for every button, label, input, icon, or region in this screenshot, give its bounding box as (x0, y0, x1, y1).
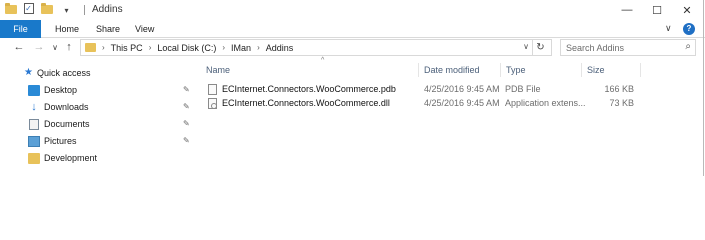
dll-file-icon (208, 98, 217, 109)
pin-icon[interactable]: ✎ (183, 102, 190, 111)
sidebar-item-label: Desktop (44, 85, 78, 95)
file-list: ^ Name Date modified Type Size ECInterne… (200, 57, 703, 176)
star-icon: ★ (24, 67, 33, 78)
folder-icon (85, 43, 96, 52)
new-folder-icon[interactable] (40, 3, 53, 16)
quick-access-item[interactable]: ★ Quick access (0, 66, 195, 82)
back-button[interactable]: ← (12, 40, 26, 55)
file-date: 4/25/2016 9:45 AM (424, 98, 500, 108)
column-header-size[interactable]: Size (587, 65, 605, 75)
pictures-icon (28, 136, 40, 147)
forward-button[interactable]: → (32, 40, 46, 55)
title-separator (84, 5, 85, 15)
chevron-right-icon[interactable]: › (257, 43, 260, 52)
table-row[interactable]: ECInternet.Connectors.WooCommerce.pdb 4/… (200, 83, 703, 97)
breadcrumb-this-pc[interactable]: This PC (111, 43, 143, 53)
title-bar: ✓ ▾ Addins — ☐ ✕ (0, 0, 705, 20)
quick-access-label: Quick access (37, 68, 91, 78)
file-size: 166 KB (604, 84, 634, 94)
sidebar-item-label: Documents (44, 119, 90, 129)
navigation-bar: ← → ∨ ↑ › This PC › Local Disk (C:) › IM… (0, 38, 705, 57)
maximize-button[interactable]: ☐ (642, 0, 672, 20)
table-row[interactable]: ECInternet.Connectors.WooCommerce.dll 4/… (200, 97, 703, 111)
chevron-right-icon[interactable]: › (222, 43, 225, 52)
search-input[interactable]: Search Addins (566, 43, 624, 53)
file-type: PDB File (505, 84, 541, 94)
search-icon[interactable]: ⌕ (685, 41, 691, 52)
file-name: ECInternet.Connectors.WooCommerce.pdb (222, 84, 396, 94)
pin-icon[interactable]: ✎ (183, 119, 190, 128)
navigation-pane: ★ Quick access Desktop ✎ ↓ Downloads ✎ D… (0, 62, 200, 176)
recent-locations-button[interactable]: ∨ (48, 40, 62, 55)
documents-icon (29, 119, 39, 130)
tab-home[interactable]: Home (55, 20, 79, 38)
column-header-date[interactable]: Date modified (424, 65, 480, 75)
window-border (703, 0, 704, 176)
explorer-window: ✓ ▾ Addins — ☐ ✕ File Home Share View ∨ … (0, 0, 705, 240)
pin-icon[interactable]: ✎ (183, 136, 190, 145)
downloads-icon: ↓ (31, 101, 37, 113)
sidebar-item-label: Development (44, 153, 98, 163)
tab-file[interactable]: File (0, 20, 41, 38)
refresh-button[interactable]: ↻ (532, 40, 548, 55)
column-header-name[interactable]: Name (206, 65, 230, 75)
breadcrumb-iman[interactable]: IMan (231, 43, 251, 53)
ribbon-tabs: File Home Share View ∨ ? (0, 20, 705, 38)
file-name: ECInternet.Connectors.WooCommerce.dll (222, 98, 390, 108)
sidebar-item-development[interactable]: Development (0, 151, 195, 167)
sidebar-item-documents[interactable]: Documents ✎ (0, 117, 195, 133)
sidebar-item-label: Downloads (44, 102, 89, 112)
properties-icon[interactable]: ✓ (22, 2, 35, 15)
help-icon[interactable]: ? (683, 23, 695, 35)
chevron-right-icon[interactable]: › (102, 43, 105, 52)
sidebar-item-label: Pictures (44, 136, 77, 146)
tab-view[interactable]: View (135, 20, 154, 38)
tab-share[interactable]: Share (96, 20, 120, 38)
window-title: Addins (92, 4, 123, 15)
file-size: 73 KB (609, 98, 634, 108)
chevron-right-icon[interactable]: › (149, 43, 152, 52)
desktop-icon (28, 85, 40, 96)
search-box[interactable]: Search Addins ⌕ (560, 39, 696, 56)
quick-access-dropdown-icon[interactable]: ▾ (60, 4, 73, 17)
sidebar-item-desktop[interactable]: Desktop ✎ (0, 83, 195, 99)
close-button[interactable]: ✕ (672, 0, 702, 20)
file-date: 4/25/2016 9:45 AM (424, 84, 500, 94)
breadcrumb-local-disk[interactable]: Local Disk (C:) (157, 43, 216, 53)
column-separator[interactable] (640, 63, 641, 77)
column-separator[interactable] (418, 63, 419, 77)
breadcrumb-addins[interactable]: Addins (266, 43, 294, 53)
folder-icon (4, 3, 17, 16)
file-icon (208, 84, 217, 95)
address-bar[interactable]: › This PC › Local Disk (C:) › IMan › Add… (80, 39, 552, 56)
address-dropdown-icon[interactable]: ∨ (523, 42, 529, 51)
pin-icon[interactable]: ✎ (183, 85, 190, 94)
column-separator[interactable] (581, 63, 582, 77)
column-header-type[interactable]: Type (506, 65, 526, 75)
up-button[interactable]: ↑ (62, 40, 76, 55)
folder-icon (28, 153, 40, 164)
sidebar-item-pictures[interactable]: Pictures ✎ (0, 134, 195, 150)
sidebar-item-downloads[interactable]: ↓ Downloads ✎ (0, 100, 195, 116)
sort-indicator-icon: ^ (321, 57, 325, 64)
minimize-button[interactable]: — (612, 0, 642, 20)
ribbon-collapse-icon[interactable]: ∨ (665, 23, 672, 34)
column-separator[interactable] (500, 63, 501, 77)
